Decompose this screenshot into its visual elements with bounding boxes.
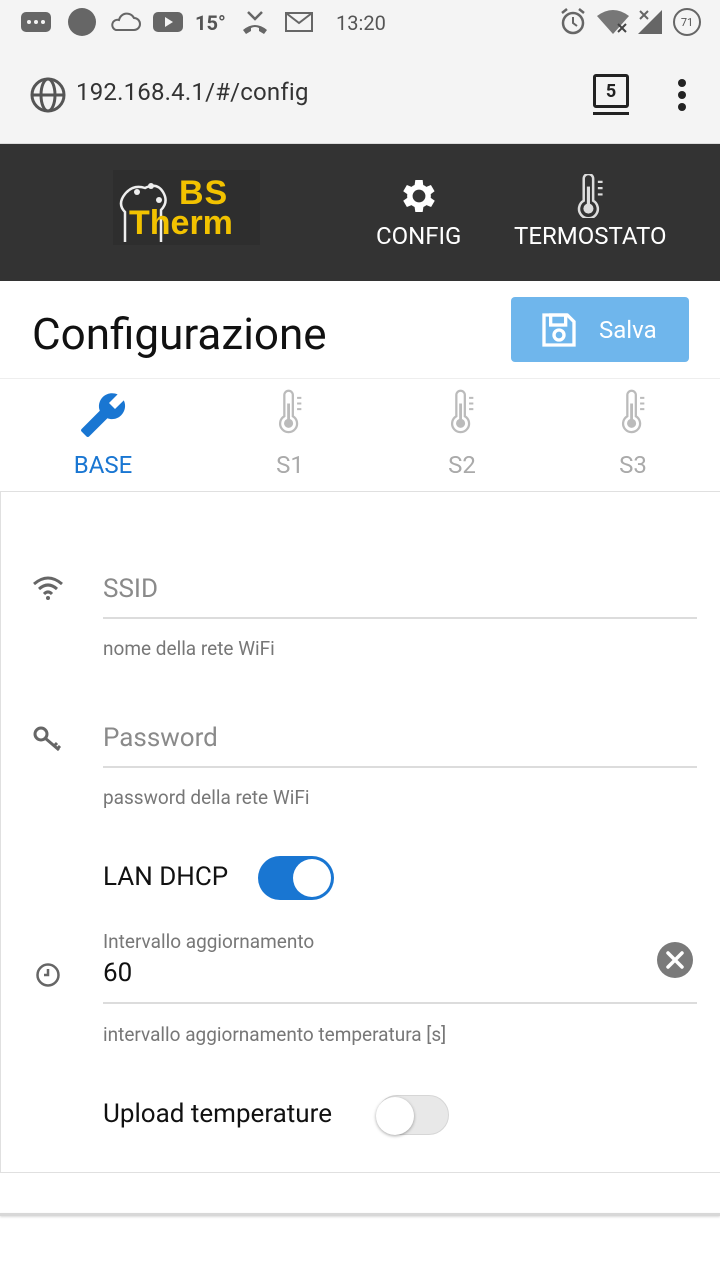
close-icon <box>666 951 684 969</box>
battery-icon: 71 <box>673 8 701 36</box>
upload-temperature-toggle[interactable] <box>376 1095 449 1135</box>
thermometer-icon <box>578 174 603 218</box>
tab-s3[interactable]: S3 <box>548 379 718 492</box>
more-vert-icon[interactable] <box>672 78 692 112</box>
nav-termostato[interactable]: TERMOSTATO <box>514 174 667 250</box>
key-icon <box>33 726 62 752</box>
tab-s3-label: S3 <box>619 451 647 479</box>
signal-icon <box>638 10 662 34</box>
alarm-icon <box>561 8 585 35</box>
upload-temperature-label: Upload temperature <box>103 1099 332 1129</box>
battery-level: 71 <box>680 15 694 29</box>
thermometer-icon <box>621 389 645 434</box>
app-header: BS Therm CONFIG TERMOSTATO <box>0 144 720 281</box>
interval-input[interactable]: 60 <box>103 958 132 988</box>
status-time: 13:20 <box>336 11 386 35</box>
tab-base[interactable]: BASE <box>18 379 188 492</box>
wifi-off-icon <box>597 10 629 34</box>
status-bar: 15° 13:20 71 <box>0 0 720 44</box>
tab-s2[interactable]: S2 <box>377 379 547 492</box>
youtube-icon <box>153 12 183 32</box>
tab-s1[interactable]: S1 <box>205 379 375 492</box>
clock-icon <box>36 963 60 987</box>
save-button-label: Salva <box>599 316 657 344</box>
tab-switcher-button[interactable]: 5 <box>593 74 629 108</box>
nav-config[interactable]: CONFIG <box>376 174 461 250</box>
logo-text-therm: Therm <box>129 204 233 242</box>
gear-icon <box>402 180 435 212</box>
tab-s2-label: S2 <box>448 451 476 479</box>
nav-config-label: CONFIG <box>376 222 462 250</box>
status-temperature: 15° <box>195 11 226 35</box>
ssid-underline <box>103 617 697 619</box>
browser-address-bar[interactable]: 192.168.4.1/#/config 5 <box>0 44 720 144</box>
config-tabs: BASE S1 S2 S3 <box>0 378 720 491</box>
globe-icon <box>30 77 66 113</box>
toggle-knob <box>376 1097 414 1135</box>
password-underline <box>103 766 697 768</box>
thermometer-icon <box>450 389 474 434</box>
toggle-knob <box>293 859 331 897</box>
interval-underline <box>103 1002 697 1004</box>
page-title: Configurazione <box>32 308 327 360</box>
wrench-icon <box>81 393 126 437</box>
nav-termostato-label: TERMOSTATO <box>514 222 667 250</box>
logo[interactable]: BS Therm <box>113 170 260 245</box>
record-icon <box>68 8 96 36</box>
thermometer-icon <box>278 389 302 434</box>
ssid-input[interactable]: SSID <box>103 574 158 604</box>
clear-button[interactable] <box>657 942 693 978</box>
save-button[interactable]: Salva <box>511 297 689 362</box>
floppy-disk-icon <box>542 313 576 347</box>
tab-count: 5 <box>605 80 617 102</box>
tab-base-label: BASE <box>73 451 133 479</box>
lan-dhcp-label: LAN DHCP <box>103 862 229 892</box>
lan-dhcp-toggle[interactable] <box>258 856 334 900</box>
password-hint: password della rete WiFi <box>103 786 310 809</box>
interval-hint: intervallo aggiornamento temperatura [s] <box>103 1023 447 1046</box>
bottom-divider <box>0 1213 720 1216</box>
tab-s1-label: S1 <box>276 451 304 479</box>
weather-icon <box>111 12 141 31</box>
messages-icon <box>21 12 51 32</box>
missed-call-icon <box>243 11 267 34</box>
tab-switcher-underline <box>593 112 629 115</box>
url-text[interactable]: 192.168.4.1/#/config <box>76 78 309 106</box>
interval-label: Intervallo aggiornamento <box>103 930 315 953</box>
wifi-icon <box>33 576 63 600</box>
ssid-hint: nome della rete WiFi <box>103 637 275 660</box>
password-input[interactable]: Password <box>103 723 218 753</box>
mail-icon <box>285 12 313 32</box>
